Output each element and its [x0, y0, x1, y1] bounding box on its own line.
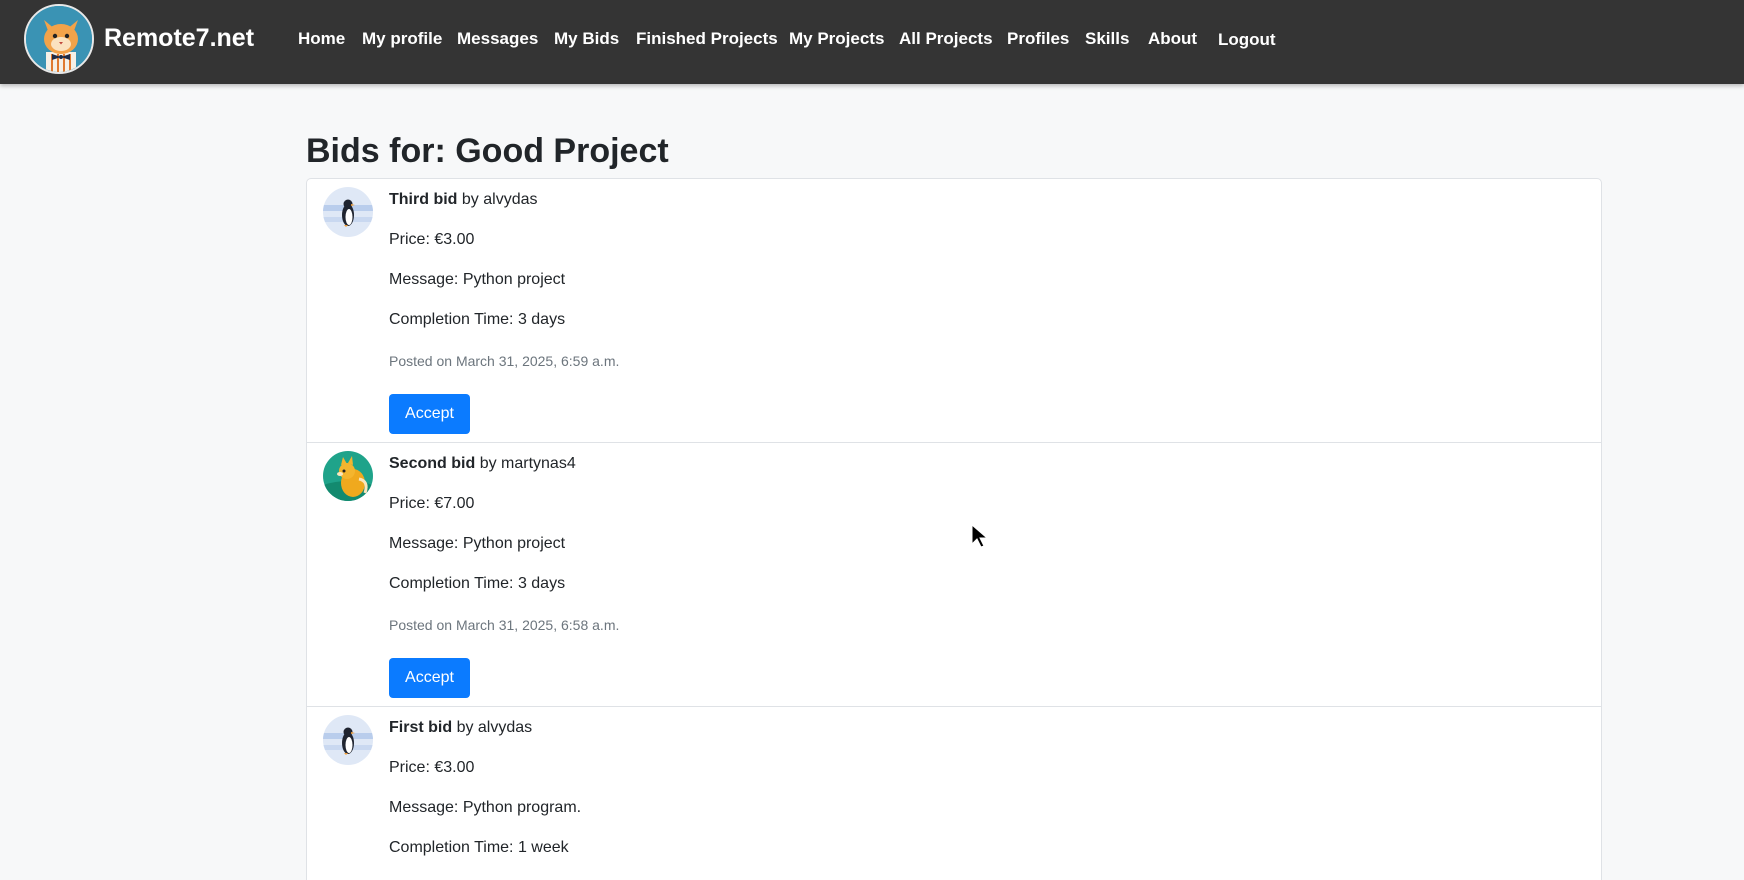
bid-header: Third bid by alvydas: [389, 191, 537, 209]
nav-finished-projects[interactable]: Finished Projects: [636, 29, 778, 49]
cat-logo-icon[interactable]: [24, 4, 94, 74]
top-navbar: Remote7.net Home My profile Messages My …: [0, 0, 1744, 84]
bid-price: Price: €3.00: [389, 759, 475, 776]
nav-about[interactable]: About: [1148, 29, 1197, 49]
bid-completion-time: Completion Time: 3 days: [389, 311, 566, 328]
nav-all-projects[interactable]: All Projects: [899, 29, 993, 49]
bid-item: First bid by alvydas Price: €3.00 Messag…: [307, 707, 1601, 880]
bid-item: Third bid by alvydas Price: €3.00 Messag…: [307, 179, 1601, 443]
penguin-avatar-icon: [323, 715, 373, 765]
nav-my-projects[interactable]: My Projects: [789, 29, 884, 49]
bid-header: First bid by alvydas: [389, 719, 532, 737]
bid-price: Price: €7.00: [389, 495, 475, 512]
bid-completion-time: Completion Time: 3 days: [389, 575, 566, 592]
nav-my-profile[interactable]: My profile: [362, 29, 442, 49]
bid-item: Second bid by martynas4 Price: €7.00 Mes…: [307, 443, 1601, 707]
penguin-avatar-icon: [323, 187, 373, 237]
bid-completion-time: Completion Time: 1 week: [389, 839, 569, 856]
nav-home[interactable]: Home: [298, 29, 345, 49]
bid-list: Third bid by alvydas Price: €3.00 Messag…: [306, 178, 1602, 880]
mouse-cursor-icon: [971, 524, 989, 548]
bid-message: Message: Python project: [389, 271, 566, 288]
brand-name[interactable]: Remote7.net: [104, 24, 254, 53]
bid-title: Second bid: [389, 455, 476, 472]
bid-author[interactable]: by alvydas: [462, 191, 538, 208]
logout-button[interactable]: Logout: [1218, 30, 1276, 50]
nav-my-bids[interactable]: My Bids: [554, 29, 619, 49]
bid-title: Third bid: [389, 191, 458, 208]
page-title: Bids for: Good Project: [306, 132, 669, 171]
accept-button[interactable]: Accept: [389, 658, 470, 698]
accept-button[interactable]: Accept: [389, 394, 470, 434]
nav-skills[interactable]: Skills: [1085, 29, 1129, 49]
project-name: Good Project: [455, 132, 669, 170]
bid-message: Message: Python project: [389, 535, 566, 552]
fox-avatar-icon: [323, 451, 373, 501]
nav-profiles[interactable]: Profiles: [1007, 29, 1069, 49]
nav-messages[interactable]: Messages: [457, 29, 538, 49]
bid-posted-date: Posted on March 31, 2025, 6:59 a.m.: [389, 353, 620, 369]
bid-posted-date: Posted on March 31, 2025, 6:58 a.m.: [389, 617, 620, 633]
bid-title: First bid: [389, 719, 453, 736]
bid-message: Message: Python program.: [389, 799, 582, 816]
bid-author[interactable]: by alvydas: [457, 719, 533, 736]
bid-price: Price: €3.00: [389, 231, 475, 248]
bid-author[interactable]: by martynas4: [480, 455, 576, 472]
bid-header: Second bid by martynas4: [389, 455, 576, 473]
page-title-label: Bids for:: [306, 132, 446, 170]
